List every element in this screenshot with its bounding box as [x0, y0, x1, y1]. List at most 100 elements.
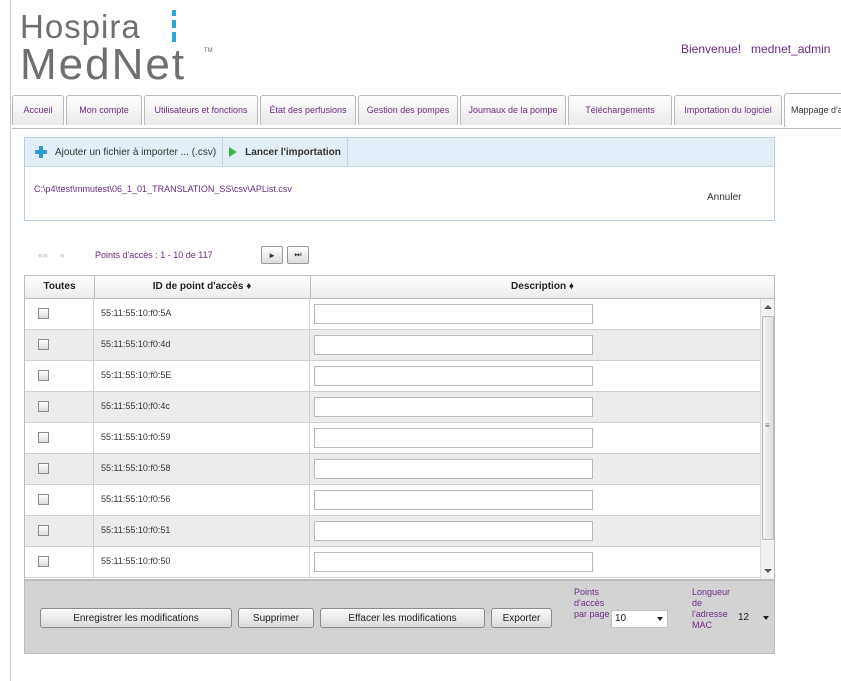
table-row: 55:11:55:10:f0:59 [25, 423, 760, 454]
import-panel: Ajouter un fichier à importer ... (.csv)… [24, 137, 775, 221]
row-checkbox[interactable] [38, 339, 49, 350]
tab-mappage[interactable]: Mappage d'a [784, 93, 841, 127]
row-checkbox[interactable] [38, 308, 49, 319]
next-page-button[interactable]: ► [261, 246, 284, 264]
export-button[interactable]: Exporter [491, 608, 552, 628]
description-input[interactable] [314, 397, 593, 417]
first-page-button[interactable]: «« [38, 250, 48, 260]
import-toolbar: Ajouter un fichier à importer ... (.csv)… [25, 138, 774, 167]
tab-importation-logiciel[interactable]: Importation du logiciel [674, 95, 782, 125]
description-input[interactable] [314, 366, 593, 386]
id-cell: 55:11:55:10:f0:4d [94, 330, 310, 360]
select-all-header[interactable]: Toutes [25, 276, 95, 298]
tab-journaux-pompe[interactable]: Journaux de la pompe [460, 95, 566, 125]
access-points-table: Toutes ID de point d'accès ♦ Description… [24, 275, 775, 580]
table-header: Toutes ID de point d'accès ♦ Description… [25, 276, 774, 299]
select-cell [25, 361, 94, 391]
launch-import-label: Lancer l'importation [245, 146, 341, 158]
tab-utilisateurs[interactable]: Utilisateurs et fonctions [144, 95, 258, 125]
select-cell [25, 330, 94, 360]
launch-import-button[interactable]: Lancer l'importation [222, 138, 348, 166]
scroll-down-icon[interactable] [764, 569, 772, 573]
select-cell [25, 454, 94, 484]
tab-telechargements[interactable]: Téléchargements [568, 95, 672, 125]
per-page-label: Points d'accès par page [574, 587, 610, 619]
access-point-id: 55:11:55:10:f0:5A [101, 308, 172, 318]
pager: «« « Points d'accès : 1 - 10 de 117 ► ⏭ [24, 245, 313, 265]
select-cell [25, 516, 94, 546]
table-row: 55:11:55:10:f0:5E [25, 361, 760, 392]
tab-accueil[interactable]: Accueil [12, 95, 64, 125]
table-scrollbar[interactable]: ≡ [760, 299, 774, 579]
table-row: 55:11:55:10:f0:4d [25, 330, 760, 361]
tab-mon-compte[interactable]: Mon compte [66, 95, 142, 125]
description-input[interactable] [314, 459, 593, 479]
row-checkbox[interactable] [38, 401, 49, 412]
table-row: 55:11:55:10:f0:56 [25, 485, 760, 516]
chevron-down-icon [657, 617, 663, 621]
id-cell: 55:11:55:10:f0:50 [94, 547, 310, 577]
access-point-id: 55:11:55:10:f0:5E [101, 370, 172, 380]
logo-accent-bar-2 [172, 20, 176, 28]
table-row: 55:11:55:10:f0:51 [25, 516, 760, 547]
id-column-header[interactable]: ID de point d'accès ♦ [94, 276, 311, 298]
welcome-text: Bienvenue! [681, 42, 742, 56]
row-checkbox[interactable] [38, 525, 49, 536]
access-point-id: 55:11:55:10:f0:51 [101, 525, 171, 535]
description-input[interactable] [314, 335, 593, 355]
play-icon [229, 147, 238, 157]
row-checkbox[interactable] [38, 494, 49, 505]
grip-icon: ≡ [765, 421, 770, 430]
logo-accent-bar-3 [172, 32, 176, 42]
tab-etat-perfusions[interactable]: État des perfusions [260, 95, 356, 125]
prev-page-button[interactable]: « [60, 250, 65, 260]
table-footer: Enregistrer les modifications Supprimer … [24, 580, 775, 654]
save-changes-button[interactable]: Enregistrer les modifications [40, 608, 232, 628]
description-input[interactable] [314, 490, 593, 510]
main-tabs: Accueil Mon compte Utilisateurs et fonct… [12, 93, 841, 129]
scroll-up-icon[interactable] [764, 305, 772, 309]
access-point-id: 55:11:55:10:f0:58 [101, 463, 171, 473]
mac-length-label: Longueur de l'adresse MAC [692, 587, 731, 630]
table-row: 55:11:55:10:f0:5A [25, 299, 760, 330]
description-input[interactable] [314, 428, 593, 448]
user-name-link[interactable]: mednet_admin [751, 42, 830, 56]
mac-length-select[interactable]: 12 [735, 610, 773, 628]
mac-length-value: 12 [738, 612, 750, 623]
chevron-down-icon [763, 616, 769, 620]
per-page-select[interactable]: 10 [611, 610, 668, 628]
description-column-header[interactable]: Description ♦ [310, 276, 774, 298]
trademark-mark: TM [204, 48, 213, 54]
delete-button[interactable]: Supprimer [238, 608, 314, 628]
select-cell [25, 423, 94, 453]
id-cell: 55:11:55:10:f0:56 [94, 485, 310, 515]
description-input[interactable] [314, 552, 593, 572]
select-cell [25, 547, 94, 577]
per-page-value: 10 [615, 613, 627, 624]
cancel-import-button[interactable]: Annuler [707, 192, 741, 203]
tab-gestion-pompes[interactable]: Gestion des pompes [358, 95, 458, 125]
row-checkbox[interactable] [38, 556, 49, 567]
pager-info: Points d'accès : 1 - 10 de 117 [95, 250, 213, 260]
add-file-label: Ajouter un fichier à importer ... (.csv) [55, 146, 217, 158]
logo-line2: MedNet [20, 40, 187, 89]
last-icon: ⏭ [294, 250, 302, 259]
import-file-path: C:\p4\test\mmutest\06_1_01_TRANSLATION_S… [34, 184, 292, 194]
description-input[interactable] [314, 521, 593, 541]
welcome-area: Bienvenue! mednet_admin [681, 42, 840, 56]
select-cell [25, 299, 94, 329]
description-input[interactable] [314, 304, 593, 324]
hospira-mednet-logo: Hospira MedNet TM [20, 8, 230, 89]
add-file-button[interactable]: Ajouter un fichier à importer ... (.csv) [25, 138, 222, 166]
access-point-id: 55:11:55:10:f0:4c [101, 401, 170, 411]
id-cell: 55:11:55:10:f0:58 [94, 454, 310, 484]
select-cell [25, 485, 94, 515]
row-checkbox[interactable] [38, 463, 49, 474]
clear-changes-button[interactable]: Effacer les modifications [320, 608, 485, 628]
row-checkbox[interactable] [38, 370, 49, 381]
table-row: 55:11:55:10:f0:58 [25, 454, 760, 485]
row-checkbox[interactable] [38, 432, 49, 443]
access-point-id: 55:11:55:10:f0:56 [101, 494, 171, 504]
add-icon [35, 146, 47, 158]
last-page-button[interactable]: ⏭ [287, 246, 310, 264]
